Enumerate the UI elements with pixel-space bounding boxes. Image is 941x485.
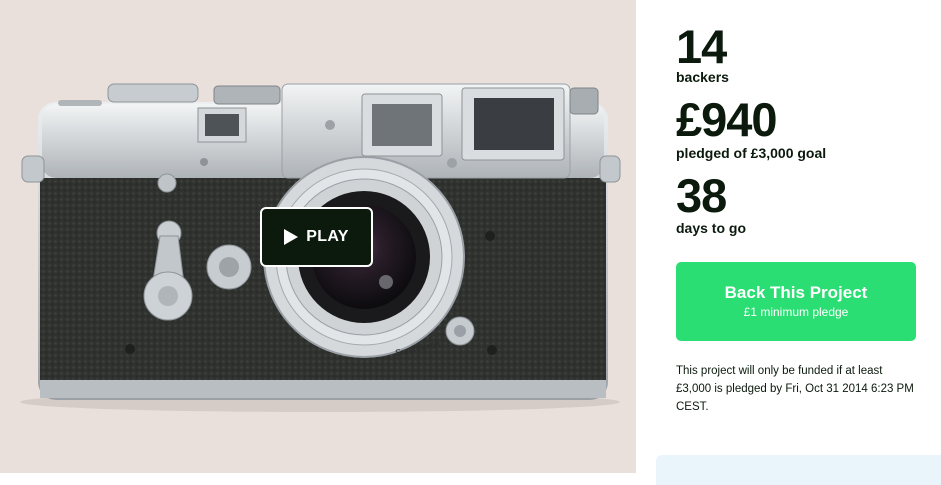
funding-note: This project will only be funded if at l… [676,365,914,413]
play-icon [284,229,299,245]
back-project-button[interactable]: Back This Project £1 minimum pledge [676,262,916,341]
pledged-amount: £940 [676,93,778,146]
days-label: days to go [676,220,747,236]
play-label: PLAY [306,228,349,245]
back-project-title: Back This Project [724,283,868,302]
pledged-label: pledged of £3,000 goal [676,145,827,161]
days-count: 38 [676,169,727,222]
info-panel [656,455,941,485]
play-button[interactable]: PLAY [260,207,373,267]
backers-label: backers [676,69,729,85]
backers-count: 14 [676,20,727,73]
minimum-pledge-text: £1 minimum pledge [743,305,849,319]
project-video[interactable]: Summicron PLAY [0,0,636,473]
